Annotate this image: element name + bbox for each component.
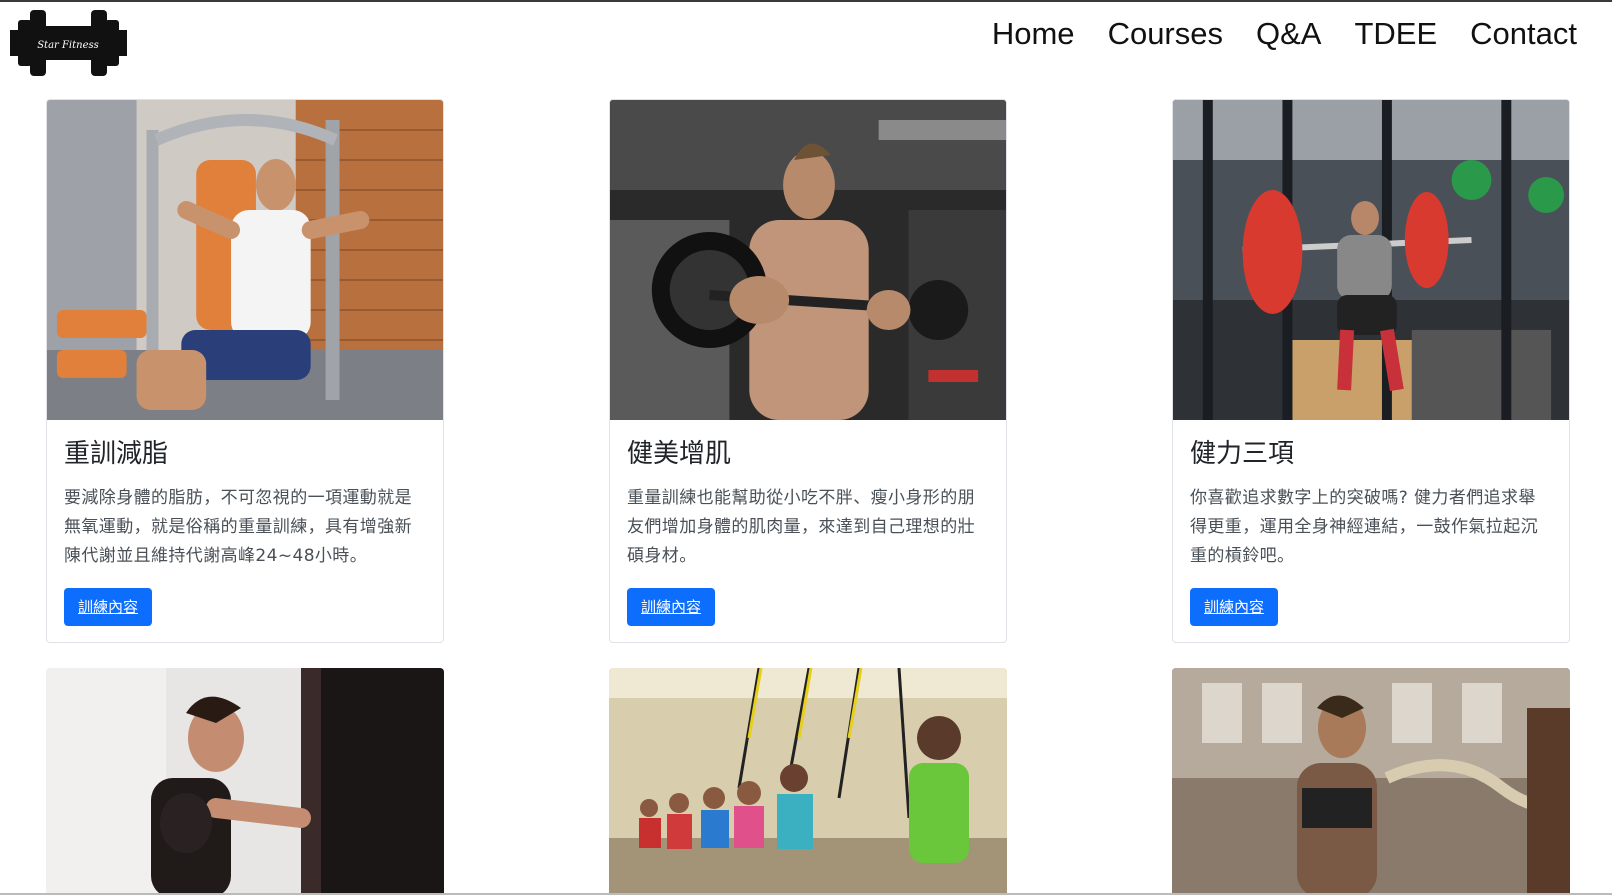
nav-home[interactable]: Home (992, 12, 1075, 56)
card-title: 重訓減脂 (64, 439, 169, 469)
nav-qa[interactable]: Q&A (1256, 12, 1321, 56)
card-text: 你喜歡追求數字上的突破嗎? 健力者們追求舉得更重，運用全身神經連結，一鼓作氣拉起… (1190, 488, 1538, 566)
logo-text: Star Fitness (37, 40, 99, 51)
course-card-muscle-gain: 健美增肌 重量訓練也能幫助從小吃不胖、瘦小身形的朋友們增加身體的肌肉量，來達到自… (609, 99, 1007, 643)
training-content-button[interactable]: 訓練內容 (64, 588, 153, 626)
main-nav: Home Courses Q&A TDEE Contact (992, 12, 1577, 56)
course-card-powerlifting: 健力三項 你喜歡追求數字上的突破嗎? 健力者們追求舉得更重，運用全身神經連結，一… (1172, 99, 1570, 643)
nav-tdee[interactable]: TDEE (1354, 12, 1437, 56)
card-text: 重量訓練也能幫助從小吃不胖、瘦小身形的朋友們增加身體的肌肉量，來達到自己理想的壯… (627, 488, 975, 566)
star-fitness-logo[interactable]: Star Fitness (10, 8, 127, 78)
training-content-button[interactable]: 訓練內容 (1190, 588, 1279, 626)
card-text: 要減除身體的脂肪，不可忽視的一項運動就是無氧運動，就是俗稱的重量訓練，具有增強新… (64, 488, 412, 566)
card-image-group-trx (609, 668, 1007, 895)
card-title: 健美增肌 (627, 439, 732, 469)
training-content-button[interactable]: 訓練內容 (627, 588, 716, 626)
card-image-boxing (46, 668, 444, 895)
nav-courses[interactable]: Courses (1108, 12, 1223, 56)
card-image-battle-ropes (1172, 668, 1570, 895)
top-border (0, 0, 1612, 2)
card-image-barbell-squat (1173, 100, 1569, 420)
nav-contact[interactable]: Contact (1470, 12, 1577, 56)
course-card-weight-loss: 重訓減脂 要減除身體的脂肪，不可忽視的一項運動就是無氧運動，就是俗稱的重量訓練，… (46, 99, 444, 643)
card-title: 健力三項 (1190, 439, 1295, 469)
card-image-chest-press (47, 100, 443, 420)
card-image-barbell-curl (610, 100, 1006, 420)
